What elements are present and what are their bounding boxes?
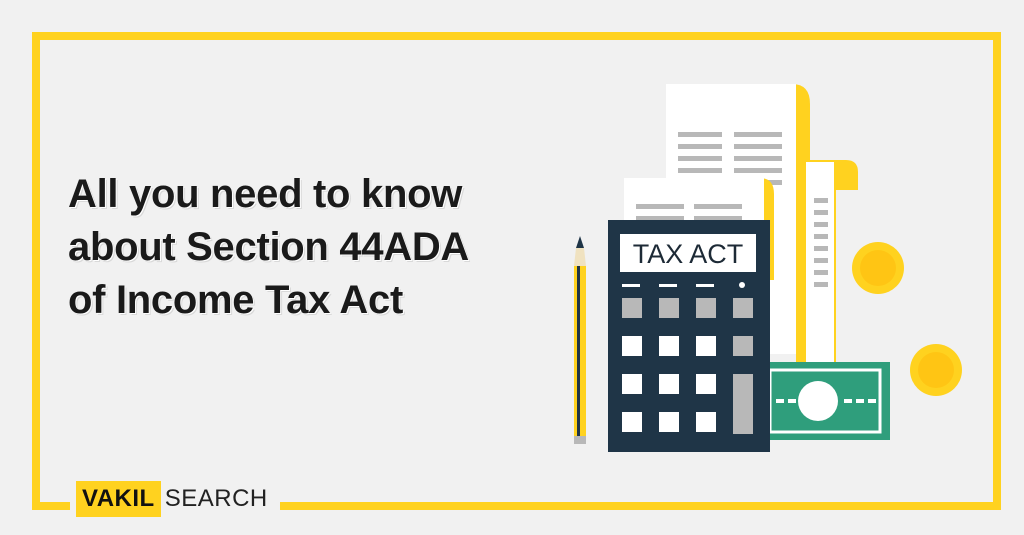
brand-logo[interactable]: VAKIL SEARCH [70,478,280,520]
page-title: All you need to know about Section 44ADA… [68,168,538,327]
pencil-icon [574,236,586,444]
banknote-icon [760,362,890,440]
title-line-1: All you need to know [68,172,463,216]
brand-logo-text: SEARCH [164,485,268,512]
calculator-label: TAX ACT [633,239,744,269]
title-line-2: about Section 44ADA [68,225,470,269]
brand-logo-box: VAKIL [76,481,161,517]
tax-illustration: TAX ACT [574,84,962,452]
calculator-icon: TAX ACT [608,220,770,452]
title-line-3: of Income Tax Act [68,278,403,322]
coin-icon-2 [910,344,962,396]
coin-icon [852,242,904,294]
